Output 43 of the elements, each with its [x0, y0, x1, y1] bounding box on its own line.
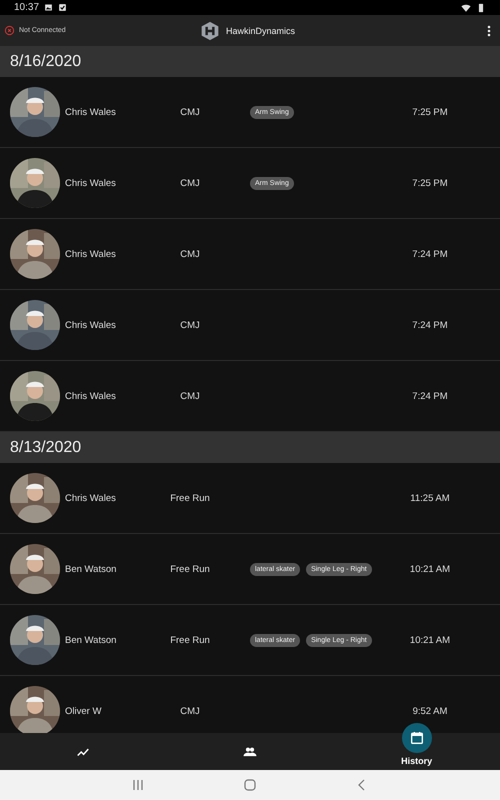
test-type: Free Run — [169, 492, 211, 504]
test-time: 10:21 AM — [408, 564, 452, 574]
test-type: CMJ — [179, 248, 201, 260]
test-type: Free Run — [169, 564, 211, 574]
test-type: CMJ — [179, 320, 201, 330]
date-header: 8/13/2020 — [0, 432, 500, 463]
athlete-name: Ben Watson — [65, 634, 118, 646]
test-time: 11:25 AM — [409, 492, 451, 504]
test-time: 7:25 PM — [411, 106, 449, 118]
athlete-name: Chris Wales — [65, 492, 117, 504]
test-type: CMJ — [179, 390, 201, 402]
athlete-name: Chris Wales — [65, 106, 117, 118]
calendar-icon — [408, 730, 425, 746]
test-time: 10:21 AM — [408, 634, 452, 646]
hexagon-logo-icon — [200, 20, 220, 40]
nav-tab[interactable]: History — [333, 717, 500, 770]
test-type: CMJ — [179, 106, 201, 118]
athlete-name: Chris Wales — [65, 320, 117, 330]
test-time: 7:24 PM — [411, 320, 449, 330]
athlete-name: Oliver W — [65, 706, 102, 716]
people-icon — [243, 744, 257, 758]
image-icon — [44, 3, 54, 12]
test-type: CMJ — [179, 706, 201, 716]
home-icon[interactable] — [244, 779, 256, 791]
athlete-name: Chris Wales — [65, 390, 117, 402]
test-time: 7:24 PM — [411, 390, 449, 402]
test-time: 7:24 PM — [411, 248, 449, 260]
clock-time: 10:37 — [14, 2, 40, 13]
wifi-icon — [461, 2, 471, 12]
date-header: 8/16/2020 — [0, 46, 500, 77]
test-time: 9:52 AM — [412, 706, 448, 716]
test-time: 7:25 PM — [411, 178, 449, 188]
battery-icon — [476, 2, 486, 12]
more-menu-button[interactable] — [486, 24, 492, 36]
recents-icon[interactable] — [132, 779, 144, 791]
app-title: HawkinDynamics — [226, 26, 296, 36]
test-type: Free Run — [169, 634, 211, 646]
athlete-name: Ben Watson — [65, 564, 118, 574]
check-icon — [58, 3, 68, 12]
test-type: CMJ — [179, 178, 201, 188]
athlete-name: Chris Wales — [65, 248, 117, 260]
kebab-menu-icon — [486, 24, 492, 36]
athlete-name: Chris Wales — [65, 178, 117, 188]
